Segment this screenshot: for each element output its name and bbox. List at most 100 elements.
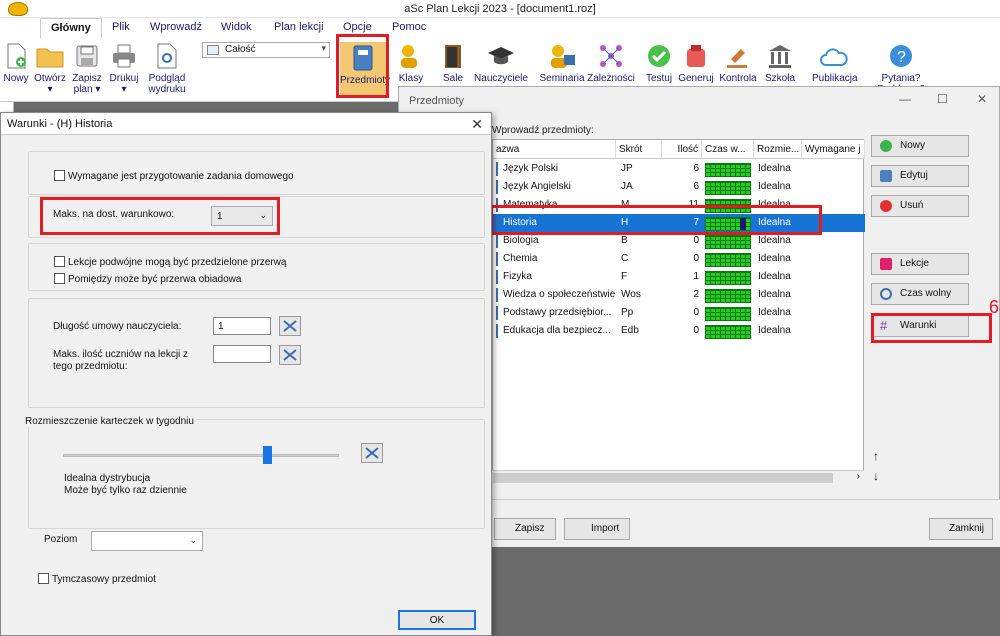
scope-select[interactable]: Całość ▾ — [202, 42, 330, 58]
table-row[interactable]: Fizyka F 1 Idealna — [493, 268, 865, 286]
new-document-icon — [2, 42, 30, 70]
table-row[interactable]: Podstawy przedsiębior... Pp 0 Idealna — [493, 304, 865, 322]
col-short[interactable]: Skrót — [616, 140, 662, 159]
ribbon-generate-button[interactable]: Generuj — [676, 42, 716, 84]
ribbon-teachers-button[interactable]: Nauczyciele — [472, 42, 530, 84]
cell-name: Język Angielski — [503, 181, 571, 192]
ribbon-dependencies-button[interactable]: Zależności — [586, 42, 636, 84]
once-per-day-text: Może być tylko raz dziennie — [64, 485, 187, 496]
close-icon[interactable]: ✕ — [977, 92, 987, 106]
ribbon-publish-button[interactable]: Publikacja — [812, 42, 858, 84]
menu-pomoc[interactable]: Pomoc — [392, 21, 426, 33]
open-folder-icon — [36, 42, 64, 70]
col-name[interactable]: azwa — [493, 140, 616, 159]
table-row[interactable]: Język Polski JP 6 Idealna — [493, 160, 865, 178]
free-time-button[interactable]: Czas wolny — [871, 283, 969, 305]
menu-widok[interactable]: Widok — [221, 21, 252, 33]
time-grid-icon — [705, 325, 751, 339]
cell-count: 0 — [693, 235, 699, 246]
double-split-checkbox[interactable]: Lekcje podwójne mogą być przedzielone pr… — [54, 256, 286, 268]
menu-glowny[interactable]: Główny — [40, 18, 102, 38]
cell-short: B — [621, 235, 628, 246]
delete-subject-button[interactable]: Usuń — [871, 195, 969, 217]
menu-plik[interactable]: Plik — [112, 21, 130, 33]
level-select[interactable]: ⌄ — [91, 531, 203, 551]
ribbon-test-button[interactable]: Testuj — [644, 42, 674, 84]
ribbon-school-button[interactable]: Szkoła — [760, 42, 800, 84]
ribbon-save-button[interactable]: Zapisz plan ▾ — [70, 42, 104, 95]
app-logo-icon[interactable] — [8, 2, 28, 16]
row-color-marker — [496, 306, 498, 320]
menu-opcje[interactable]: Opcje — [343, 21, 372, 33]
table-row[interactable]: Chemia C 0 Idealna — [493, 250, 865, 268]
max-label: Maks. na dost. warunkowo: — [53, 209, 175, 220]
close-icon[interactable]: ✕ — [471, 116, 483, 133]
homework-checkbox[interactable]: Wymagane jest przygotowanie zadania domo… — [54, 170, 294, 182]
level-label: Poziom — [44, 534, 78, 545]
conditions-dialog-title: Warunki - (H) Historia — [1, 113, 491, 135]
new-subject-button[interactable]: Nowy — [871, 135, 969, 157]
ribbon-control-button[interactable]: Kontrola — [718, 42, 758, 84]
max-select[interactable]: 1 ⌄ — [211, 206, 273, 226]
students-tool-button[interactable] — [279, 345, 301, 365]
time-grid-icon — [705, 289, 751, 303]
maximize-icon[interactable]: ☐ — [937, 92, 948, 106]
students-label: Maks. ilość uczniów na lekcji z tego prz… — [53, 349, 189, 372]
menu-wprowadz[interactable]: Wprowadź — [150, 21, 202, 33]
cell-short: JA — [621, 181, 633, 192]
close-button[interactable]: Zamknij — [929, 518, 993, 540]
import-button[interactable]: Import — [564, 518, 630, 540]
contract-tool-button[interactable] — [279, 316, 301, 336]
ribbon-new-button[interactable]: Nowy — [2, 42, 30, 84]
save-disk-icon — [73, 42, 101, 70]
lunch-break-checkbox[interactable]: Pomiędzy może być przerwa obiadowa — [54, 273, 241, 285]
cell-name: Wiedza o społeczeństwie — [503, 289, 616, 300]
edit-subject-button[interactable]: Edytuj — [871, 165, 969, 187]
ribbon-rooms-button[interactable]: Sale — [438, 42, 468, 84]
lessons-button[interactable]: Lekcje — [871, 253, 969, 275]
students-input[interactable] — [213, 345, 271, 363]
cell-count: 2 — [693, 289, 699, 300]
ribbon-classes-button[interactable]: Klasy — [396, 42, 426, 84]
move-down-icon[interactable]: ↓ — [873, 469, 879, 483]
minimize-icon[interactable]: — — [899, 92, 911, 106]
horizontal-scrollbar[interactable]: › — [492, 470, 864, 485]
checkbox-box — [54, 170, 65, 181]
table-row[interactable]: Język Angielski JA 6 Idealna — [493, 178, 865, 196]
temporary-checkbox[interactable]: Tymczasowy przedmiot — [38, 573, 156, 585]
classes-icon — [397, 42, 425, 70]
table-row[interactable]: Wiedza o społeczeństwie Wos 2 Idealna — [493, 286, 865, 304]
subjects-table[interactable]: azwa Skrót Ilość Czas w... Rozmie... Wym… — [492, 139, 865, 484]
move-up-icon[interactable]: ↑ — [873, 449, 879, 463]
col-count[interactable]: Ilość — [662, 140, 702, 159]
cell-count: 0 — [693, 253, 699, 264]
tools-icon — [283, 349, 297, 361]
ribbon-seminars-button[interactable]: Seminaria — [536, 42, 588, 84]
col-dist[interactable]: Rozmie... — [754, 140, 802, 159]
subjects-list-label: Wprowadź przedmioty: — [492, 125, 594, 136]
save-button[interactable]: Zapisz — [494, 518, 556, 540]
checkbox-box — [54, 256, 65, 267]
school-icon — [766, 42, 794, 70]
ribbon-print-button[interactable]: Drukuj ▾ — [106, 42, 142, 95]
ribbon-print-preview-button[interactable]: Podgląd wydruku — [144, 42, 190, 95]
cell-dist: Idealna — [758, 289, 791, 300]
menu-plan-lekcji[interactable]: Plan lekcji — [274, 21, 324, 33]
cell-short: C — [621, 253, 629, 264]
placement-tool-button[interactable] — [361, 443, 383, 463]
svg-text:?: ? — [897, 49, 906, 66]
table-row[interactable]: Edukacja dla bezpiecz... Edb 0 Idealna — [493, 322, 865, 340]
ok-button[interactable]: OK — [398, 610, 476, 630]
scrollbar-thumb[interactable] — [493, 473, 833, 483]
ribbon-open-button[interactable]: Otwórz ▾ — [33, 42, 67, 95]
placement-slider-thumb[interactable] — [263, 446, 272, 464]
checkbox-box — [38, 573, 49, 584]
placement-slider-track[interactable] — [63, 454, 339, 457]
time-grid-icon — [705, 181, 751, 195]
col-time[interactable]: Czas w... — [702, 140, 754, 159]
chevron-right-icon[interactable]: › — [857, 471, 860, 482]
col-required[interactable]: Wymagane j — [802, 140, 865, 159]
contract-input[interactable]: 1 — [213, 317, 271, 335]
gavel-icon — [724, 42, 752, 70]
cell-count: 6 — [693, 181, 699, 192]
